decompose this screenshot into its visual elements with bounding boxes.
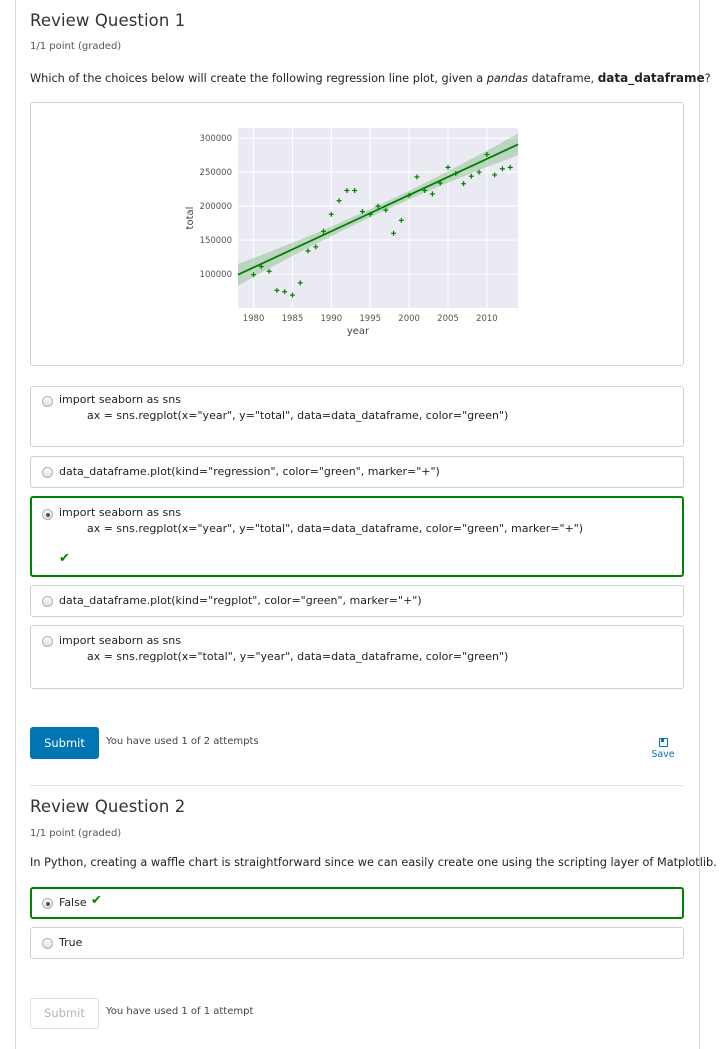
question-1-points: 1/1 point (graded): [30, 41, 122, 52]
q1-radio-d[interactable]: [42, 596, 53, 607]
x-tick-label: 2005: [437, 314, 459, 324]
plot-area: [238, 128, 518, 308]
q1-choice-b-line1: data_dataframe.plot(kind="regression", c…: [59, 465, 440, 478]
q1-choice-a-line2: ax = sns.regplot(x="year", y="total", da…: [59, 409, 509, 422]
q1-attempts-text: You have used 1 of 2 attempts: [106, 736, 259, 747]
q1-choice-d[interactable]: data_dataframe.plot(kind="regplot", colo…: [30, 585, 684, 617]
y-tick-label: 100000: [200, 270, 232, 280]
prompt-text: Which of the choices below will create t…: [30, 72, 487, 85]
x-tick-label: 1990: [321, 314, 343, 324]
y-tick-label: 300000: [200, 134, 232, 144]
question-2-prompt: In Python, creating a waffle chart is st…: [30, 856, 717, 869]
q2-choice-true[interactable]: True: [30, 927, 684, 959]
regression-chart: 1980 1985 1990 1995 2000 2005 2010 100000 150000…: [185, 128, 519, 337]
q1-choice-c[interactable]: import seaborn as sns ax = sns.regplot(x…: [30, 496, 684, 577]
q1-choice-a[interactable]: import seaborn as sns ax = sns.regplot(x…: [30, 386, 684, 447]
x-axis-label: year: [347, 326, 370, 337]
prompt-emphasis: pandas: [486, 72, 528, 85]
prompt-text-end: ?: [704, 72, 711, 85]
y-tick-label: 150000: [200, 236, 232, 246]
q1-choice-b[interactable]: data_dataframe.plot(kind="regression", c…: [30, 456, 684, 488]
question-1-title: Review Question 1: [30, 11, 186, 30]
save-button[interactable]: Save: [648, 738, 678, 760]
q1-radio-e[interactable]: [42, 636, 53, 647]
save-label: Save: [651, 749, 675, 760]
x-tick-label: 1995: [359, 314, 381, 324]
q1-radio-c[interactable]: [42, 509, 53, 520]
q1-choice-c-line2: ax = sns.regplot(x="year", y="total", da…: [59, 522, 584, 535]
q1-radio-a[interactable]: [42, 396, 53, 407]
question-1-prompt: Which of the choices below will create t…: [30, 71, 711, 85]
prompt-bold: data_dataframe: [597, 71, 705, 85]
q1-choice-e[interactable]: import seaborn as sns ax = sns.regplot(x…: [30, 625, 684, 689]
question-2-title: Review Question 2: [30, 797, 186, 816]
q1-choice-d-line1: data_dataframe.plot(kind="regplot", colo…: [59, 594, 422, 607]
question-divider: [30, 785, 684, 786]
x-tick-label: 2000: [398, 314, 420, 324]
x-tick-label: 1980: [243, 314, 265, 324]
q1-choice-e-line2: ax = sns.regplot(x="total", y="year", da…: [59, 650, 509, 663]
regression-figure: 1980 1985 1990 1995 2000 2005 2010 100000 150000…: [30, 102, 684, 366]
q2-choice-true-label: True: [59, 936, 83, 949]
q1-submit-button[interactable]: Submit: [30, 727, 99, 759]
correct-check-icon: ✔: [91, 893, 102, 908]
x-tick-label: 2010: [476, 314, 498, 324]
q2-submit-button[interactable]: Submit: [30, 998, 99, 1029]
q2-radio-false[interactable]: [42, 898, 53, 909]
q1-choice-a-line1: import seaborn as sns: [59, 393, 181, 406]
y-tick-label: 200000: [200, 202, 232, 212]
q2-choice-false-label: False: [59, 896, 87, 909]
y-tick-label: 250000: [200, 168, 232, 178]
y-axis-label: total: [185, 207, 196, 230]
q2-attempts-text: You have used 1 of 1 attempt: [106, 1006, 254, 1017]
q1-choice-e-line1: import seaborn as sns: [59, 634, 181, 647]
q2-radio-true[interactable]: [42, 938, 53, 949]
q1-radio-b[interactable]: [42, 467, 53, 478]
x-tick-label: 1985: [282, 314, 304, 324]
q2-choice-false[interactable]: False ✔: [30, 887, 684, 919]
q1-choice-c-line1: import seaborn as sns: [59, 506, 181, 519]
question-2-points: 1/1 point (graded): [30, 828, 122, 839]
correct-check-icon: ✔: [59, 551, 70, 566]
prompt-text-mid: dataframe,: [528, 72, 598, 85]
save-icon: [658, 738, 668, 747]
